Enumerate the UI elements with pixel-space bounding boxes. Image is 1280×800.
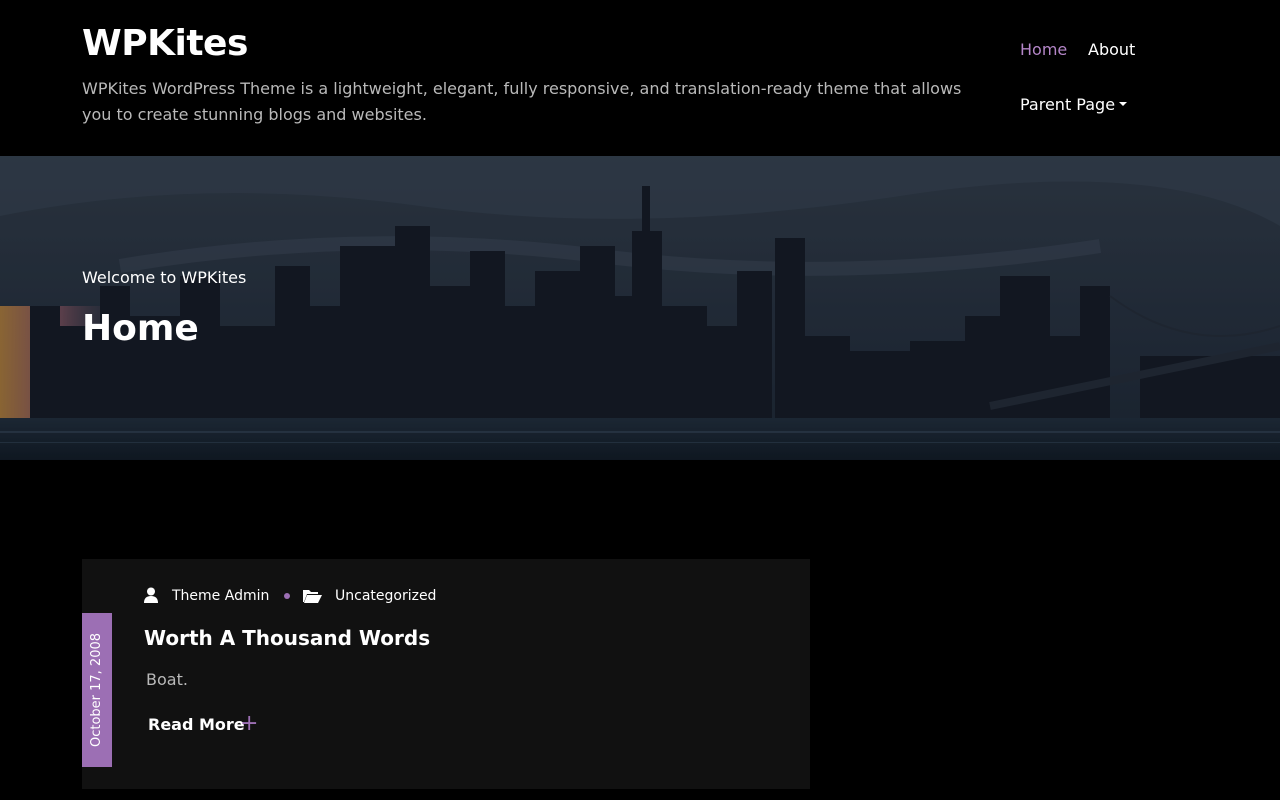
post-author-link[interactable]: Theme Admin [172,585,269,607]
post-date-badge: October 17, 2008 [82,613,112,767]
plus-icon[interactable]: + [240,712,258,736]
post-excerpt: Boat. [146,670,188,689]
post-category-link[interactable]: Uncategorized [335,585,436,607]
nav-item-about[interactable]: About [1088,38,1135,62]
nav-item-home[interactable]: Home [1020,38,1067,62]
post-date[interactable]: October 17, 2008 [89,633,105,747]
nav-item-parent-page[interactable]: Parent Page [1020,93,1128,117]
site-header: WPKites WPKites WordPress Theme is a lig… [0,0,1280,156]
branding: WPKites WPKites WordPress Theme is a lig… [82,22,992,128]
hero-banner: Welcome to WPKites Home [0,156,1280,460]
read-more-link[interactable]: Read More [148,714,245,736]
meta-separator-dot [284,593,290,599]
main-navigation: Home About Parent Page [1020,38,1220,128]
nav-item-parent-page-label: Parent Page [1020,95,1116,114]
page-title: Home [82,308,199,349]
site-title[interactable]: WPKites [82,22,992,66]
folder-open-icon [303,590,322,603]
caret-down-icon [1119,102,1128,106]
user-icon [144,587,158,603]
site-description: WPKites WordPress Theme is a lightweight… [82,79,962,124]
post-card: October 17, 2008 Theme Admin Uncategoriz… [82,559,810,789]
post-title[interactable]: Worth A Thousand Words [144,625,430,651]
hero-subtitle: Welcome to WPKites [82,268,247,287]
